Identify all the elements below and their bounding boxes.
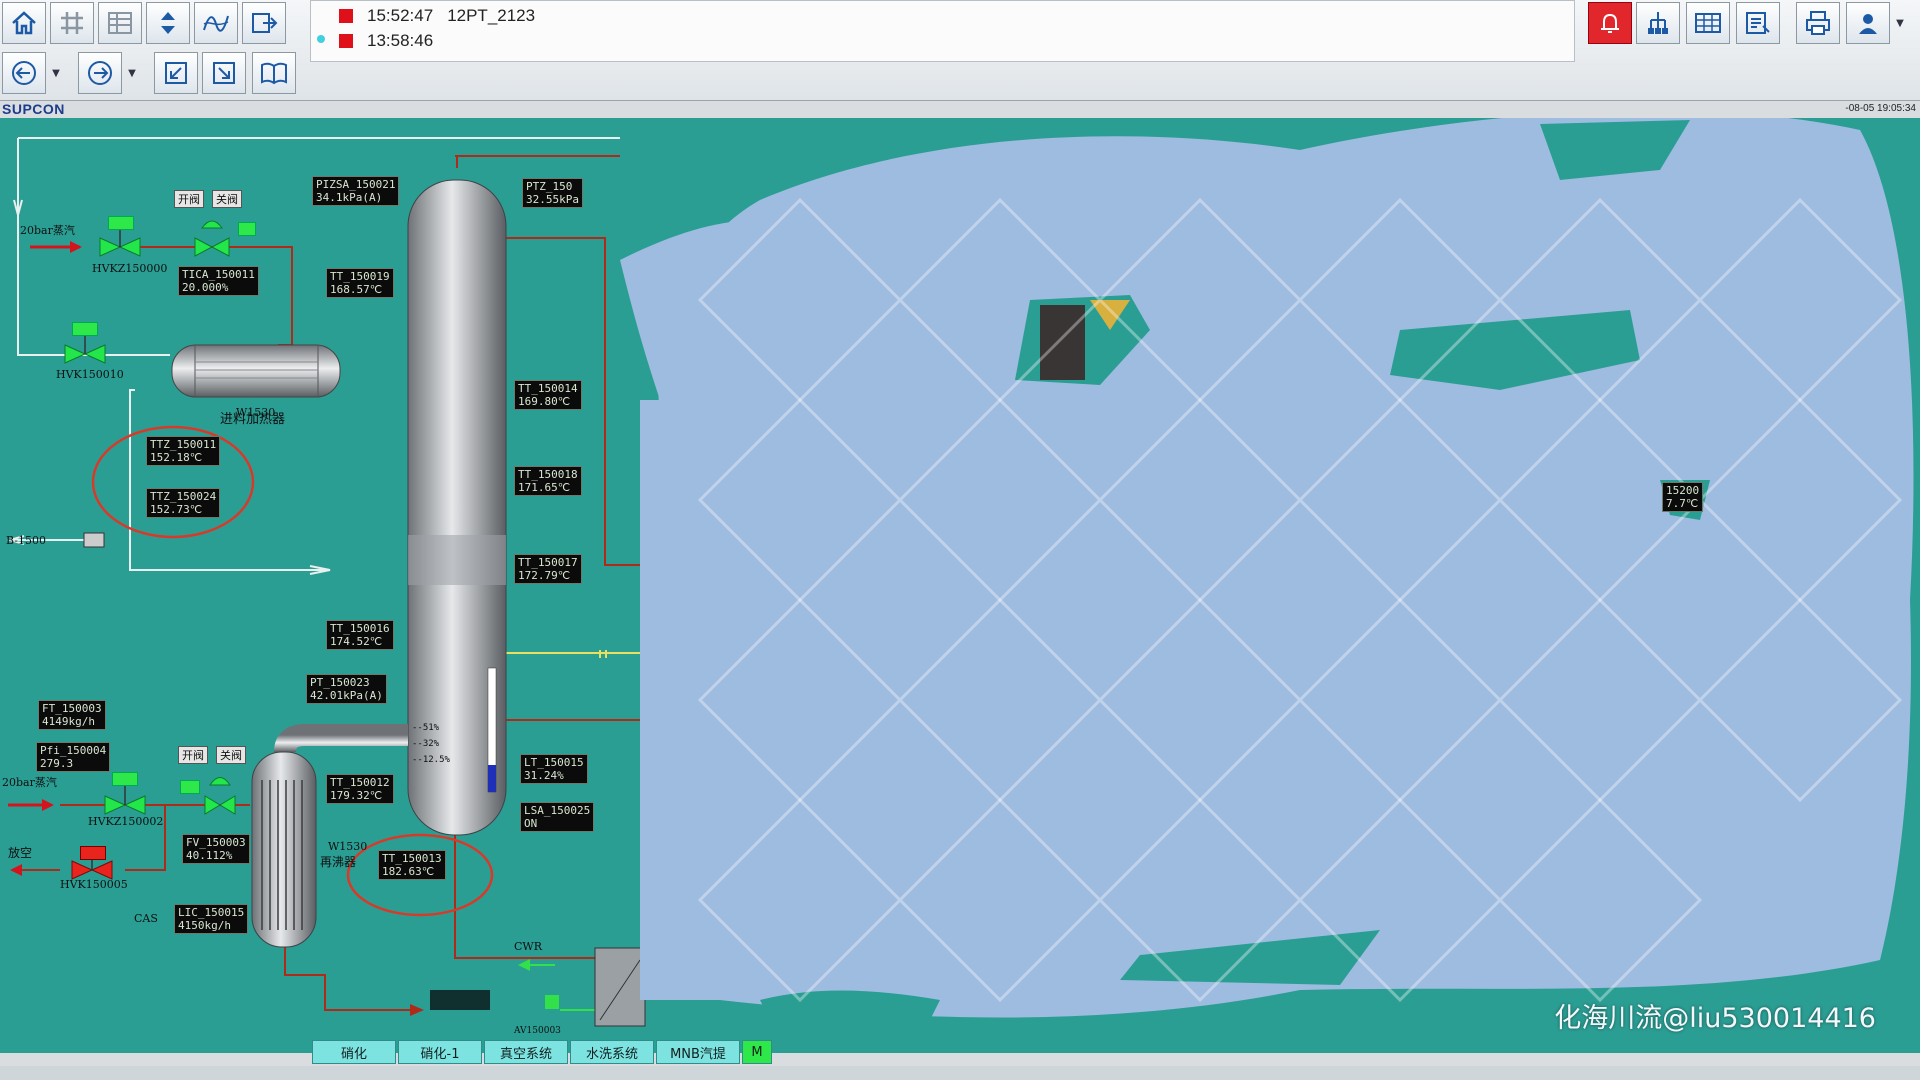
watermark: 化海川流@liu530014416 bbox=[1554, 1003, 1876, 1034]
back-icon[interactable] bbox=[2, 52, 46, 94]
vent-label: 放空 bbox=[8, 846, 33, 860]
tag-tt-150018[interactable]: TT_150018 171.65℃ bbox=[514, 466, 582, 496]
reboiler-code-label: W1530 bbox=[328, 840, 368, 853]
user-dropdown-icon[interactable]: ▼ bbox=[1892, 2, 1908, 44]
tab-washing-system[interactable]: 水洗系统 bbox=[570, 1040, 654, 1064]
updown-arrows-icon[interactable] bbox=[146, 2, 190, 44]
valve-label-hvk150010: HVK150010 bbox=[56, 368, 124, 381]
valve-label-hvkz150002: HVKZ150002 bbox=[88, 815, 164, 828]
zoom-out-window-icon[interactable] bbox=[202, 52, 246, 94]
valve-status-indicator bbox=[72, 322, 98, 336]
close-valve-button[interactable]: 关阀 bbox=[216, 746, 246, 764]
top-toolbar: ▼ ▼ 15:52:47 12PT_2123 13:58:46 ▼ bbox=[0, 0, 1920, 101]
alarm-row[interactable]: 15:52:47 12PT_2123 bbox=[339, 4, 535, 28]
open-valve-button[interactable]: 开阀 bbox=[178, 746, 208, 764]
status-bar bbox=[0, 1066, 1920, 1080]
brand-logo: SUPCON bbox=[2, 101, 65, 117]
column-level-fill bbox=[488, 765, 496, 792]
export-icon[interactable] bbox=[242, 2, 286, 44]
tag-fv-150003[interactable]: FV_150003 40.112% bbox=[182, 834, 250, 864]
print-icon[interactable] bbox=[1796, 2, 1840, 44]
valve-status-indicator bbox=[238, 222, 256, 236]
system-clock: -08-05 19:05:34 bbox=[1845, 103, 1916, 114]
acknowledge-dot-icon bbox=[317, 35, 325, 43]
level-scale-high: --51% bbox=[412, 723, 440, 733]
valve-label-hvkz150000: HVKZ150000 bbox=[92, 262, 168, 275]
tag-pizsa-150021[interactable]: PIZSA_150021 34.1kPa(A) bbox=[312, 176, 400, 206]
home-icon[interactable] bbox=[2, 2, 46, 44]
tab-vacuum-system[interactable]: 真空系统 bbox=[484, 1040, 568, 1064]
tag-tt-150016[interactable]: TT_150016 174.52℃ bbox=[326, 620, 394, 650]
trend-icon[interactable] bbox=[194, 2, 238, 44]
tag-tt-150014[interactable]: TT_150014 169.80℃ bbox=[514, 380, 582, 410]
alarm-tag: 12PT_2123 bbox=[447, 6, 536, 25]
cwr-label: CWR bbox=[514, 940, 543, 953]
level-scale-low: --12.5% bbox=[412, 755, 450, 765]
network-icon[interactable] bbox=[1636, 2, 1680, 44]
tag-ptz-150[interactable]: PTZ_150 32.55kPa bbox=[522, 178, 583, 208]
alarm-indicator-icon bbox=[339, 34, 353, 48]
steam-inlet-label: 20bar蒸汽 bbox=[20, 224, 75, 237]
b1500-label: B-1500 bbox=[6, 534, 46, 547]
forward-dropdown-icon[interactable]: ▼ bbox=[124, 52, 140, 94]
tab-more[interactable]: M bbox=[742, 1040, 772, 1064]
alarm-indicator-icon bbox=[339, 9, 353, 23]
tag-ttz-150024[interactable]: TTZ_150024 152.73℃ bbox=[146, 488, 221, 518]
grid-hash-icon[interactable] bbox=[50, 2, 94, 44]
alarm-time: 13:58:46 bbox=[367, 31, 434, 50]
steam-inlet-label: 20bar蒸汽 bbox=[2, 776, 57, 789]
tag-lt-150015[interactable]: LT_150015 31.24% bbox=[520, 754, 588, 784]
report-icon[interactable] bbox=[1736, 2, 1780, 44]
process-piping-diagram bbox=[6, 118, 1914, 1040]
tag-ttz-150011[interactable]: TTZ_150011 152.18℃ bbox=[146, 436, 221, 466]
tag-tica-150011[interactable]: TICA_150011 20.000% bbox=[178, 266, 259, 296]
tag-tt-150019[interactable]: TT_150019 168.57℃ bbox=[326, 268, 394, 298]
valve-label-hvk150005: HVK150005 bbox=[60, 878, 128, 891]
heater-name-label: 进料加热器 bbox=[220, 412, 286, 427]
tag-pt-150023[interactable]: PT_150023 42.01kPa(A) bbox=[306, 674, 387, 704]
tag-ft-150003[interactable]: FT_150003 4149kg/h bbox=[38, 700, 106, 730]
tag-lic-150015[interactable]: LIC_150015 4150kg/h bbox=[174, 904, 249, 934]
valve-status-indicator bbox=[80, 846, 106, 860]
tag-15200[interactable]: 15200 7.7℃ bbox=[1662, 482, 1704, 512]
bottom-navigation: 硝化 硝化-1 真空系统 水洗系统 MNB汽提 M bbox=[0, 1040, 1920, 1066]
valve-status-indicator bbox=[112, 772, 138, 786]
alarm-list-panel[interactable]: 15:52:47 12PT_2123 13:58:46 bbox=[310, 0, 1575, 62]
tag-tt-150012[interactable]: TT_150012 179.32℃ bbox=[326, 774, 394, 804]
user-icon[interactable] bbox=[1846, 2, 1890, 44]
alarm-bell-icon[interactable] bbox=[1588, 2, 1632, 44]
tab-mnb-stripping[interactable]: MNB汽提 bbox=[656, 1040, 740, 1064]
close-valve-button[interactable]: 关阀 bbox=[212, 190, 242, 208]
process-graphic-view: 20bar蒸汽 开阀 关阀 HVKZ150000 HVK150010 TICA_… bbox=[0, 118, 1920, 1053]
book-icon[interactable] bbox=[252, 52, 296, 94]
tab-nitration-1[interactable]: 硝化-1 bbox=[398, 1040, 482, 1064]
tag-tt-150013[interactable]: TT_150013 182.63℃ bbox=[378, 850, 446, 880]
reboiler-name-label: 再沸器 bbox=[320, 855, 357, 869]
table-icon[interactable] bbox=[98, 2, 142, 44]
back-dropdown-icon[interactable]: ▼ bbox=[48, 52, 64, 94]
tab-nitration[interactable]: 硝化 bbox=[312, 1040, 396, 1064]
tag-lsa-150025[interactable]: LSA_150025 ON bbox=[520, 802, 595, 832]
level-scale-mid: --32% bbox=[412, 739, 440, 749]
tag-pfi-150004[interactable]: Pfi_150004 279.3 bbox=[36, 742, 111, 772]
valve-status-indicator bbox=[180, 780, 200, 794]
zoom-in-window-icon[interactable] bbox=[154, 52, 198, 94]
cas-label: CAS bbox=[134, 912, 158, 925]
av-label: AV150003 bbox=[514, 1026, 561, 1036]
valve-status-indicator bbox=[108, 216, 134, 230]
alarm-row[interactable]: 13:58:46 bbox=[339, 29, 433, 53]
tag-tt-150017[interactable]: TT_150017 172.79℃ bbox=[514, 554, 582, 584]
forward-icon[interactable] bbox=[78, 52, 122, 94]
open-valve-button[interactable]: 开阀 bbox=[174, 190, 204, 208]
table-view-icon[interactable] bbox=[1686, 2, 1730, 44]
alarm-time: 15:52:47 bbox=[367, 6, 434, 25]
